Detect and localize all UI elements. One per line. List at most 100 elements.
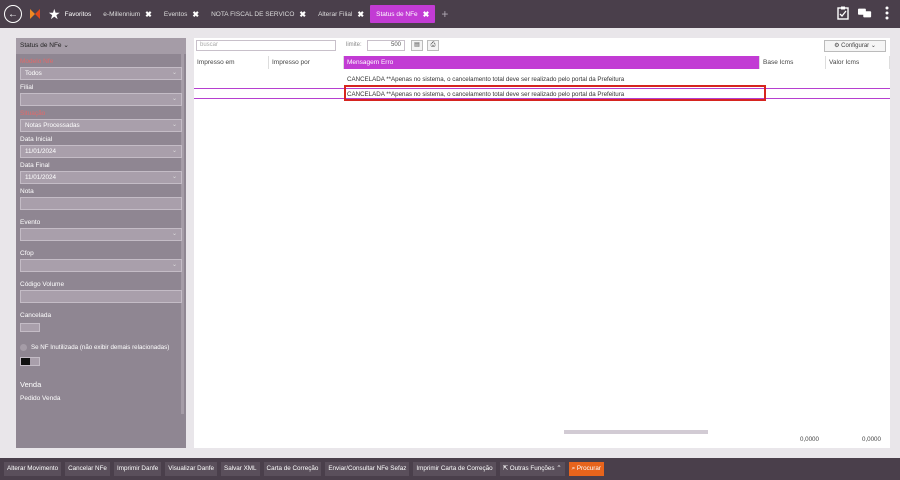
modelo-nfe-value: Todos xyxy=(25,70,42,77)
chevron-down-icon: ⌄ xyxy=(171,148,177,154)
salvar-xml-button[interactable]: Salvar XML xyxy=(221,462,260,476)
evento-label: Evento xyxy=(20,219,41,226)
data-inicial-field[interactable]: 11/01/2024 ⌄ xyxy=(20,145,182,158)
tab-eventos[interactable]: Eventos ✖ xyxy=(158,0,205,28)
procurar-button[interactable]: ⌕ Procurar xyxy=(568,462,605,476)
millennium-logo-icon xyxy=(30,9,40,19)
outras-funcoes-button[interactable]: ⇱ Outras Funções ⌃ xyxy=(499,462,565,476)
data-final-label: Data Final xyxy=(20,162,50,169)
codigo-volume-label: Código Volume xyxy=(20,281,65,288)
chevron-down-icon: ⌄ xyxy=(171,70,177,76)
data-final-value: 11/01/2024 xyxy=(25,174,57,181)
table-row[interactable]: CANCELADA **Apenas no sistema, o cancela… xyxy=(194,74,890,85)
limite-input[interactable]: 500 xyxy=(367,40,405,51)
imprimir-carta-de-correcao-button[interactable]: Imprimir Carta de Correção xyxy=(413,462,496,476)
cancelada-label: Cancelada xyxy=(20,312,52,319)
bottom-action-bar: Alterar Movimento Cancelar NFe Imprimir … xyxy=(0,458,900,480)
close-icon[interactable]: ✖ xyxy=(357,10,364,19)
tab-favoritos[interactable]: Favoritos xyxy=(61,0,98,28)
main-grid-panel: buscar limite: 500 ▤ ⎙ ⚙ Configurar ⌄ Im… xyxy=(194,38,890,448)
imprimir-danfe-button[interactable]: Imprimir Danfe xyxy=(113,462,162,476)
col-valor-icms[interactable]: Valor Icms xyxy=(826,56,890,69)
radio-icon xyxy=(20,344,27,351)
totals-row: 0,0000 0,0000 xyxy=(194,436,890,446)
add-tab-icon[interactable]: + xyxy=(441,7,448,21)
more-vertical-icon[interactable] xyxy=(880,5,894,21)
tab-label: Eventos xyxy=(163,10,188,18)
situacao-value: Notas Processadas xyxy=(25,122,80,129)
back-arrow-icon[interactable]: ← xyxy=(4,5,22,23)
base-icms-total: 0,0000 xyxy=(800,436,819,443)
filial-select[interactable]: ⌄ xyxy=(20,93,182,106)
nota-field[interactable] xyxy=(20,197,182,210)
evento-select[interactable]: ⌄ xyxy=(20,228,182,241)
tab-status-de-nfe[interactable]: Status de NFe ✖ xyxy=(370,5,436,23)
pedido-venda-label: Pedido Venda xyxy=(20,395,61,402)
table-header: Impresso em Impresso por Mensagem Erro B… xyxy=(194,56,890,69)
col-impresso-por[interactable]: Impresso por xyxy=(269,56,344,69)
chevron-down-icon: ⌄ xyxy=(171,174,177,180)
tab-alterar-filial[interactable]: Alterar Filial ✖ xyxy=(312,0,370,28)
modelo-nfe-select[interactable]: Todos ⌄ xyxy=(20,67,182,80)
data-final-field[interactable]: 11/01/2024 ⌄ xyxy=(20,171,182,184)
mensagem-erro-cell: CANCELADA **Apenas no sistema, o cancela… xyxy=(347,76,625,83)
limite-label: limite: xyxy=(346,42,362,48)
tab-nota-fiscal-de-servico[interactable]: NOTA FISCAL DE SERVICO ✖ xyxy=(205,0,312,28)
codigo-volume-field[interactable] xyxy=(20,290,182,303)
data-inicial-label: Data Inicial xyxy=(20,136,53,143)
grid-toolbar: buscar limite: 500 ▤ ⎙ ⚙ Configurar ⌄ xyxy=(194,38,890,54)
venda-section-title: Venda xyxy=(20,380,42,389)
outras-funcoes-label: Outras Funções xyxy=(509,465,555,472)
chat-icon[interactable] xyxy=(858,5,872,21)
configurar-button[interactable]: ⚙ Configurar ⌄ xyxy=(824,40,886,52)
chevron-down-icon: ⌄ xyxy=(171,231,177,237)
situacao-select[interactable]: Notas Processadas ⌄ xyxy=(20,119,182,132)
cfop-select[interactable]: ⌄ xyxy=(20,259,182,272)
chevron-down-icon: ⌄ xyxy=(171,96,177,102)
cfop-label: Cfop xyxy=(20,250,34,257)
filter-sidebar: Status de NFe ⌄ Modelo Nfe Todos ⌄ Filial… xyxy=(16,38,186,448)
alterar-movimento-button[interactable]: Alterar Movimento xyxy=(4,462,62,476)
top-right-actions xyxy=(836,5,894,21)
tab-label: e-Millennium xyxy=(103,10,141,18)
close-icon[interactable]: ✖ xyxy=(299,10,306,19)
modelo-nfe-label: Modelo Nfe xyxy=(20,58,54,65)
tab-label: NOTA FISCAL DE SERVICO xyxy=(211,10,295,18)
situacao-label: Situação xyxy=(20,110,46,117)
horizontal-scrollbar[interactable] xyxy=(564,430,708,434)
col-base-icms[interactable]: Base Icms xyxy=(760,56,826,69)
col-mensagem-erro[interactable]: Mensagem Erro xyxy=(344,56,760,69)
carta-de-correcao-button[interactable]: Carta de Correção xyxy=(263,462,322,476)
print-icon[interactable]: ⎙ xyxy=(427,40,439,51)
close-icon[interactable]: ✖ xyxy=(192,10,199,19)
col-impresso-em[interactable]: Impresso em xyxy=(194,56,269,69)
tab-e-millennium[interactable]: e-Millennium ✖ xyxy=(97,0,158,28)
valor-icms-total: 0,0000 xyxy=(862,436,881,443)
external-link-icon: ⇱ xyxy=(502,465,510,472)
chevron-down-icon: ⌄ xyxy=(171,262,177,268)
export-icon[interactable]: ▤ xyxy=(411,40,423,51)
cancelada-toggle[interactable] xyxy=(20,323,40,332)
chevron-down-icon: ⌄ xyxy=(171,122,177,128)
nota-label: Nota xyxy=(20,188,34,195)
data-inicial-value: 11/01/2024 xyxy=(25,148,57,155)
highlight-box xyxy=(344,85,766,101)
search-input[interactable]: buscar xyxy=(196,40,336,51)
visualizar-danfe-button[interactable]: Visualizar Danfe xyxy=(165,462,217,476)
inutilizada-label: Se NF Inutilizada (não exibir demais rel… xyxy=(31,344,170,351)
enviar-consultar-nfe-sefaz-button[interactable]: Enviar/Consultar NFe Sefaz xyxy=(325,462,410,476)
inutilizada-option[interactable]: Se NF Inutilizada (não exibir demais rel… xyxy=(16,334,186,355)
procurar-label: Procurar xyxy=(576,465,602,472)
cancelar-nfe-button[interactable]: Cancelar NFe xyxy=(65,462,110,476)
filial-label: Filial xyxy=(20,84,34,91)
tab-label: Alterar Filial xyxy=(318,10,353,18)
clipboard-check-icon[interactable] xyxy=(836,5,850,21)
top-navigation-bar: ← ★ Favoritos e-Millennium ✖ Eventos ✖ NOT… xyxy=(0,0,900,28)
inutilizada-toggle[interactable] xyxy=(20,357,40,366)
close-icon[interactable]: ✖ xyxy=(423,10,430,19)
sidebar-title[interactable]: Status de NFe ⌄ xyxy=(16,38,186,54)
chevron-up-icon: ⌃ xyxy=(554,465,562,472)
favorites-star-icon[interactable]: ★ xyxy=(48,6,61,23)
tab-label: Favoritos xyxy=(64,10,92,18)
close-icon[interactable]: ✖ xyxy=(145,10,152,19)
